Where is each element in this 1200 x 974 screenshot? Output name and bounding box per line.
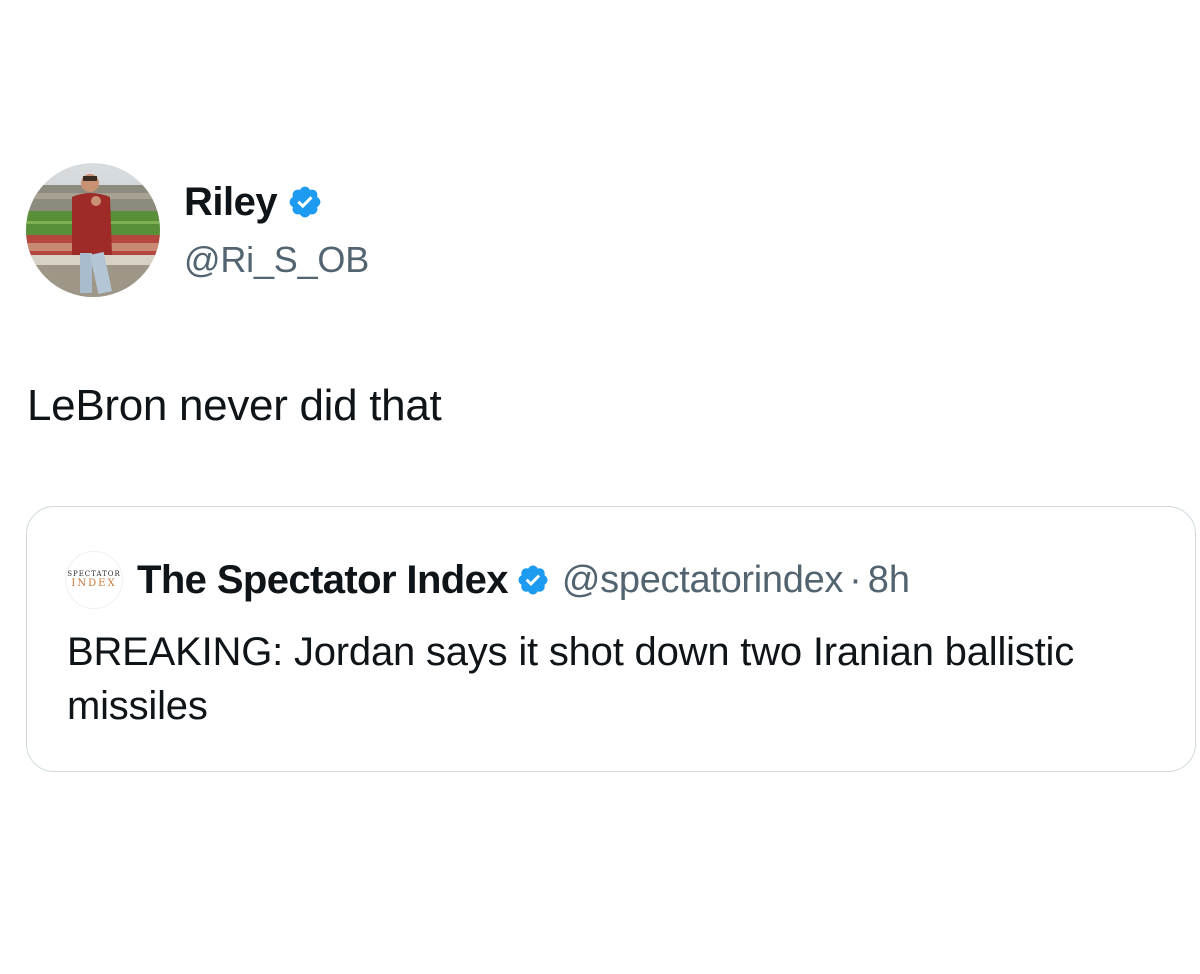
verified-badge-icon [516,563,550,597]
separator-dot: · [849,558,862,601]
tweet-text: LeBron never did that [27,381,442,430]
tweet-author: Riley @Ri_S_OB [26,163,369,297]
quoted-tweet-header: SPECTATOR INDEX The Spectator Index @spe… [65,551,910,609]
logo-text-bottom: INDEX [71,578,117,589]
quoted-tweet-card[interactable]: SPECTATOR INDEX The Spectator Index @spe… [26,506,1196,772]
author-handle[interactable]: @Ri_S_OB [184,239,369,281]
quoted-tweet-text: BREAKING: Jordan says it shot down two I… [67,630,1075,728]
author-name[interactable]: Riley [184,179,278,225]
spectator-index-logo[interactable]: SPECTATOR INDEX [65,551,123,609]
avatar-photo [26,163,160,297]
avatar[interactable] [26,163,160,297]
quoted-author-name[interactable]: The Spectator Index [137,558,509,603]
quoted-author-handle[interactable]: @spectatorindex [562,559,844,602]
logo-text-top: SPECTATOR [67,570,121,578]
quoted-timestamp[interactable]: 8h [868,559,910,602]
author-meta: Riley @Ri_S_OB [184,179,369,281]
author-name-row: Riley [184,179,369,225]
verified-badge-icon [287,184,323,220]
